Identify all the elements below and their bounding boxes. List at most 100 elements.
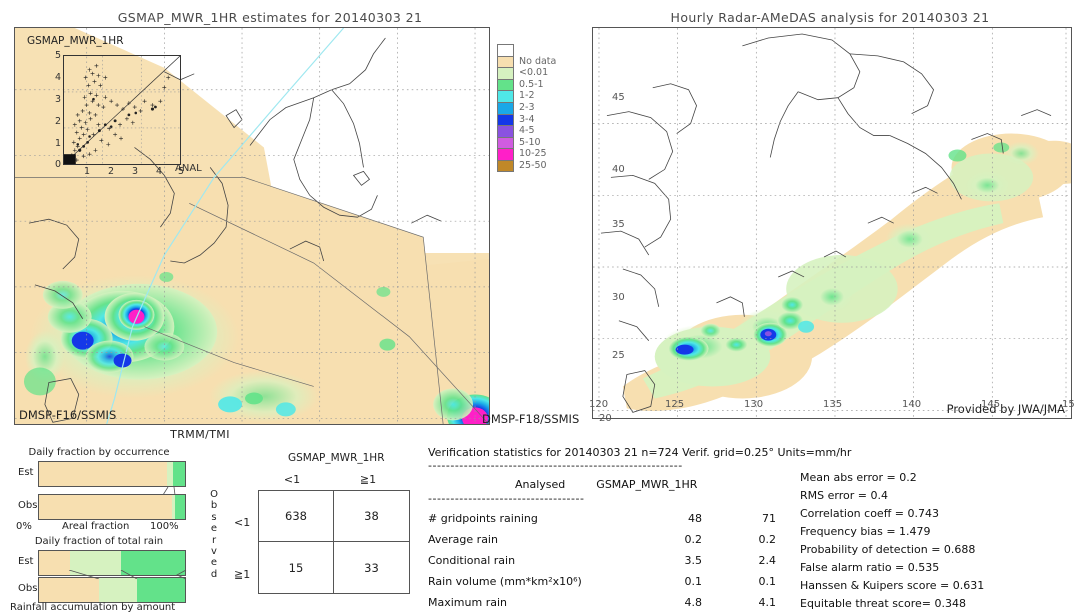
barchart1-title: Daily fraction by occurrence bbox=[28, 447, 170, 458]
scatter-xtick-4: 4 bbox=[155, 166, 163, 177]
bar-segment-0 bbox=[39, 462, 168, 486]
colorbar-label-2: <0.01 bbox=[519, 67, 549, 79]
lat-tick-45: 45 bbox=[612, 92, 625, 103]
scatter-inset[interactable]: GSMAP_MWR_1HR 5 4 3 2 1 0 1 2 3 4 5 ANAL bbox=[25, 35, 202, 177]
stats-row-estimate-0: 71 bbox=[762, 512, 776, 525]
contingency-table[interactable]: 638 38 15 33 bbox=[258, 490, 410, 594]
scatter-ytick-0: 0 bbox=[54, 159, 61, 170]
barchart2-row0-label: Est bbox=[18, 556, 34, 567]
score-equitable-threat: Equitable threat score= 0.348 bbox=[800, 597, 966, 610]
colorbar-swatch-2 bbox=[497, 67, 514, 79]
stats-rule-mid: ----------------------------------- bbox=[428, 492, 585, 505]
colorbar-swatch-9 bbox=[497, 148, 514, 160]
scatter-xtick-2: 2 bbox=[107, 166, 115, 177]
scatter-xaxis-label: ANAL bbox=[175, 163, 202, 174]
scatter-inset-plot-area bbox=[63, 55, 181, 165]
stats-row-analysed-4: 4.8 bbox=[684, 596, 703, 609]
colorbar-label-10: 25-50 bbox=[519, 160, 547, 171]
stats-header: Verification statistics for 20140303 21 … bbox=[428, 446, 852, 459]
left-panel-title: GSMAP_MWR_1HR estimates for 20140303 21 bbox=[117, 10, 423, 25]
lon-tick-120: 120 bbox=[589, 399, 609, 410]
scatter-ytick-3: 3 bbox=[54, 94, 61, 105]
right-map-panel[interactable]: Provided by JWA/JMA bbox=[592, 27, 1072, 419]
score-probability-of-detection: Probability of detection = 0.688 bbox=[800, 543, 976, 556]
lat-tick-40: 40 bbox=[612, 164, 625, 175]
colorbar-label-6: 3-4 bbox=[519, 113, 535, 125]
stats-row-label-3: Rain volume (mm*km²x10⁶) bbox=[428, 575, 582, 588]
stats-rule-top: ----------------------------------------… bbox=[428, 459, 683, 472]
score-hanssen-kuipers: Hanssen & Kuipers score = 0.631 bbox=[800, 579, 985, 592]
stats-row-label-0: # gridpoints raining bbox=[428, 512, 538, 525]
bar-segment-2 bbox=[136, 578, 185, 602]
left-map-source-f16: DMSP-F16/SSMIS bbox=[19, 408, 117, 422]
barchart1-connectors bbox=[162, 487, 176, 495]
lat-tick-35: 35 bbox=[612, 219, 625, 230]
stats-row-analysed-3: 0.1 bbox=[684, 575, 703, 588]
colorbar-swatch-7 bbox=[497, 125, 514, 137]
barchart1-axis-max: 100% bbox=[150, 521, 179, 532]
stats-row-analysed-1: 0.2 bbox=[684, 533, 703, 546]
stats-row-label-2: Conditional rain bbox=[428, 554, 516, 567]
barchart2-caption: Rainfall accumulation by amount bbox=[10, 602, 176, 612]
scatter-xtick-3: 3 bbox=[131, 166, 139, 177]
score-frequency-bias: Frequency bias = 1.479 bbox=[800, 525, 931, 538]
bar-segment-0 bbox=[39, 578, 99, 602]
left-map-panel[interactable]: GSMAP_MWR_1HR 5 4 3 2 1 0 1 2 3 4 5 ANAL… bbox=[14, 27, 490, 425]
colorbar-label-8: 5-10 bbox=[519, 136, 541, 148]
score-mean-abs-error: Mean abs error = 0.2 bbox=[800, 471, 917, 484]
lon-tick-140: 140 bbox=[902, 399, 922, 410]
colorbar-swatch-4 bbox=[497, 90, 514, 102]
colorbar-swatch-0 bbox=[497, 44, 514, 56]
colorbar-swatch-1 bbox=[497, 55, 514, 68]
barchart1-row1-bar[interactable] bbox=[38, 494, 186, 520]
score-correlation-coeff: Correlation coeff = 0.743 bbox=[800, 507, 939, 520]
contingency-cell-hit-miss-2: 15 bbox=[259, 542, 334, 593]
contingency-cell-hit-miss-3: 33 bbox=[364, 560, 379, 575]
barchart1-row0-label: Est bbox=[18, 467, 34, 478]
right-map-canvas bbox=[593, 28, 1071, 418]
scatter-ytick-1: 1 bbox=[54, 138, 61, 149]
lon-tick-125: 125 bbox=[665, 399, 685, 410]
contingency-row-header-1: ≧1 bbox=[234, 568, 251, 581]
barchart2-row1-label: Obs bbox=[18, 583, 38, 594]
colorbar-label-7: 4-5 bbox=[519, 125, 535, 137]
bar-segment-1 bbox=[98, 578, 137, 602]
stats-row-estimate-3: 0.1 bbox=[758, 575, 777, 588]
right-map-credit: Provided by JWA/JMA bbox=[946, 402, 1065, 416]
scatter-ytick-5: 5 bbox=[54, 50, 61, 61]
stats-row-estimate-4: 4.1 bbox=[758, 596, 777, 609]
stats-col-analysed: Analysed bbox=[515, 478, 566, 491]
stats-column-headers: Analysed GSMAP_MWR_1HR bbox=[515, 478, 697, 491]
scatter-ytick-4: 4 bbox=[54, 72, 61, 83]
lat-tick-25: 25 bbox=[612, 350, 625, 361]
precipitation-colorbar[interactable] bbox=[497, 44, 514, 172]
left-map-caption: TRMM/TMI bbox=[170, 428, 230, 441]
contingency-col-header-1: ≧1 bbox=[359, 473, 377, 486]
lat-tick-30: 30 bbox=[612, 292, 625, 303]
colorbar-label-3: 0.5-1 bbox=[519, 78, 544, 90]
scatter-xtick-1: 1 bbox=[83, 166, 91, 177]
barchart2-connector-lines bbox=[68, 570, 187, 579]
colorbar-label-4: 1-2 bbox=[519, 90, 535, 102]
barchart2-row1-bar[interactable] bbox=[38, 577, 186, 603]
colorbar-label-5: 2-3 bbox=[519, 102, 535, 113]
bar-segment-0 bbox=[39, 495, 172, 519]
stats-row-analysed-0: 48 bbox=[688, 512, 702, 525]
contingency-observed-label: Observed bbox=[210, 489, 218, 580]
colorbar-label-9: 10-25 bbox=[519, 148, 547, 160]
barchart1-axis-min: 0% bbox=[16, 521, 32, 532]
right-panel-title: Hourly Radar-AMeDAS analysis for 2014030… bbox=[670, 10, 990, 25]
colorbar-swatch-3 bbox=[497, 78, 514, 91]
barchart2-title: Daily fraction of total rain bbox=[34, 536, 164, 547]
lon-tick-130: 130 bbox=[744, 399, 764, 410]
score-rms-error: RMS error = 0.4 bbox=[800, 489, 888, 502]
contingency-cell-hit-miss-1: 38 bbox=[334, 491, 409, 542]
colorbar-swatch-6 bbox=[497, 113, 514, 126]
lon-tick-150: 15 bbox=[1062, 399, 1075, 410]
bar-segment-2 bbox=[173, 462, 185, 486]
barchart1-row1-label: Obs bbox=[18, 500, 38, 511]
barchart1-row0-bar[interactable] bbox=[38, 461, 186, 487]
barchart1-axis-label: Areal fraction bbox=[62, 521, 130, 532]
stats-row-analysed-2: 3.5 bbox=[684, 554, 703, 567]
stats-col-estimate: GSMAP_MWR_1HR bbox=[596, 478, 698, 491]
